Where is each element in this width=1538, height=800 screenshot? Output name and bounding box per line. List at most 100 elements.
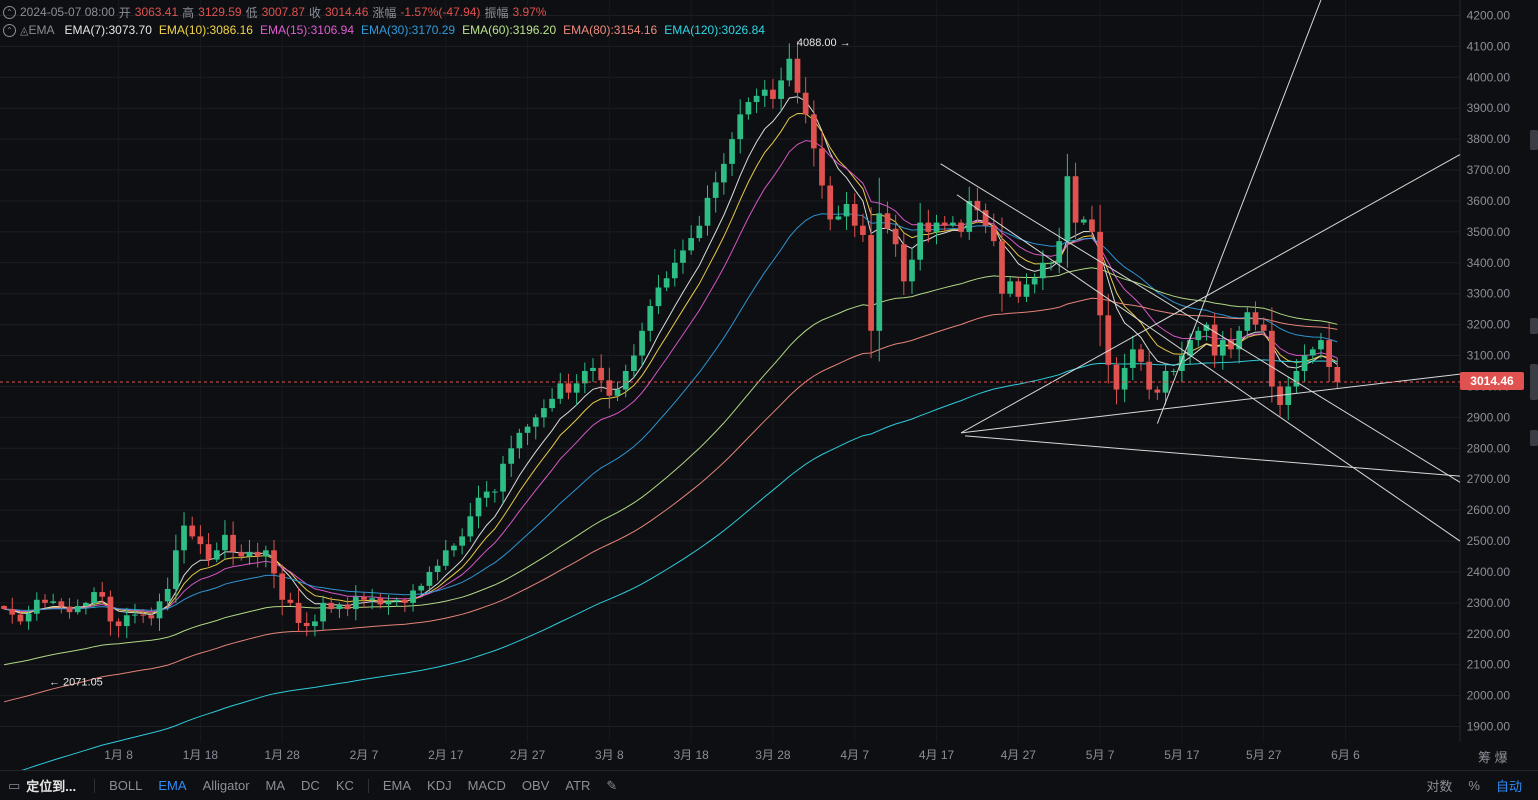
candle-body (1260, 324, 1267, 331)
candle-body (205, 544, 212, 560)
eye-icon[interactable]: ◬ (20, 24, 28, 37)
scrollbar-handle[interactable] (1530, 430, 1538, 446)
indicator-name: EMA (28, 23, 55, 37)
indicator-tab[interactable]: Alligator (203, 778, 250, 793)
indicator-tab[interactable]: EMA (158, 778, 186, 793)
candle-body (303, 622, 310, 627)
candle-body (99, 592, 106, 597)
candle-body (631, 355, 637, 371)
candle-body (33, 599, 40, 614)
scrollbar-handle[interactable] (1530, 364, 1538, 400)
candle-body (132, 614, 138, 616)
collapse-icon[interactable]: ⌃ (3, 23, 16, 37)
ema-legend-item: EMA(60):3196.20 (462, 23, 557, 37)
candle-body (66, 606, 73, 613)
candle-body (58, 601, 65, 607)
candle-body (1211, 324, 1218, 356)
candle-body (254, 551, 261, 557)
x-tick-label: 2月 7 (350, 748, 379, 762)
scrollbar-handle[interactable] (1530, 130, 1538, 150)
candle-body (1301, 355, 1308, 371)
candle-body (385, 601, 392, 605)
candle-body (827, 185, 834, 220)
candle-body (410, 590, 416, 603)
close-label: 收 (308, 5, 321, 20)
candle-body (83, 602, 89, 606)
candle-body (25, 613, 32, 622)
candle-body (810, 114, 817, 149)
indicator-tab[interactable]: DC (301, 778, 320, 793)
open-value: 3063.41 (134, 5, 179, 19)
candle-body (1113, 364, 1120, 390)
trendline (961, 373, 1461, 434)
candle-body (352, 596, 359, 610)
indicator-tab[interactable]: MACD (468, 778, 506, 793)
candle-body (671, 262, 678, 279)
x-tick-label: 1月 8 (104, 748, 133, 762)
indicator-tab[interactable]: 对数 (1426, 776, 1452, 795)
candle-body (1080, 219, 1087, 223)
indicator-tab[interactable]: 自动 (1496, 776, 1522, 795)
candle-body (344, 604, 351, 610)
change-value: -1.57%(-47.94) (400, 5, 481, 19)
candle-body (17, 614, 24, 622)
candle-body (1195, 330, 1202, 341)
y-tick-label: 2100.00 (1467, 658, 1511, 672)
x-tick-label: 3月 8 (595, 748, 624, 762)
candle-body (1146, 361, 1153, 390)
y-tick-label: 4200.00 (1467, 8, 1511, 22)
indicator-tab[interactable]: KDJ (427, 778, 452, 793)
indicator-header: ⌃ ◬ EMA EMA(7):3073.70 EMA(10):3086.16 EMA… (0, 21, 1460, 39)
candle-body (402, 599, 408, 603)
candle-body (614, 389, 621, 396)
collapse-icon[interactable]: ⌃ (3, 5, 16, 19)
amplitude-label: 振幅 (484, 5, 509, 20)
candle-body (295, 602, 302, 623)
y-tick-label: 2800.00 (1467, 441, 1511, 455)
ema-line (3, 297, 1338, 703)
candle-body (164, 588, 171, 602)
scrollbar-handle[interactable] (1530, 318, 1538, 334)
indicator-tab[interactable]: MA (266, 778, 286, 793)
y-tick-label: 3300.00 (1467, 287, 1511, 301)
indicator-tab[interactable]: OBV (522, 778, 549, 793)
y-tick-label: 1900.00 (1467, 720, 1511, 734)
candle-body (1072, 176, 1079, 223)
locate-icon[interactable]: ▭ (8, 778, 20, 794)
indicator-tab[interactable]: KC (336, 778, 354, 793)
candle-body (933, 222, 940, 232)
current-price-tag: 3014.46 (1460, 372, 1524, 390)
candle-body (729, 139, 735, 164)
candle-body (1089, 219, 1095, 232)
ema-legend-item: EMA(15):3106.94 (259, 23, 354, 37)
candle-body (1326, 340, 1332, 367)
locate-button[interactable]: 定位到... (26, 776, 76, 795)
candle-body (745, 102, 752, 115)
high-value: 3129.59 (198, 5, 242, 19)
candle-body (557, 383, 564, 399)
x-tick-label: 5月 27 (1246, 748, 1282, 762)
candle-body (598, 367, 605, 381)
candle-body (590, 367, 596, 371)
indicator-tab[interactable]: % (1468, 778, 1480, 793)
candle-body (442, 550, 449, 566)
candle-body (819, 148, 825, 186)
candle-body (1179, 355, 1185, 371)
edit-icon[interactable]: ✎ (606, 778, 617, 794)
candle-body (655, 287, 662, 307)
candle-body (9, 609, 16, 615)
price-chart[interactable]: 4200.00 4100.00 4000.00 3900.00 3800.00 3700.… (0, 0, 1538, 770)
indicator-tab[interactable]: ATR (565, 778, 590, 793)
candle-body (802, 92, 809, 115)
indicator-tab[interactable]: EMA (383, 778, 411, 793)
axis-tools[interactable]: 筹 爆 (1478, 747, 1508, 766)
candle-body (622, 371, 629, 390)
indicator-tab[interactable]: BOLL (109, 778, 142, 793)
candle-body (140, 614, 146, 616)
candle-body (860, 225, 866, 235)
candle-body (156, 601, 163, 619)
candle-body (1219, 340, 1226, 356)
ema-line (4, 267, 1338, 666)
ohlc-header: ⌃ 2024-05-07 08:00 开 3063.41 高 3129.59 低… (0, 3, 1460, 21)
candle-body (1031, 278, 1038, 285)
